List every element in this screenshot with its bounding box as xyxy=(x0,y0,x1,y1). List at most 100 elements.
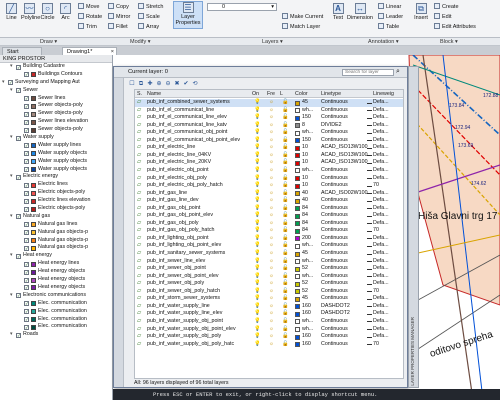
tool-rotate-button[interactable]: Rotate xyxy=(78,13,102,20)
new-property-filter-icon[interactable]: ☐ xyxy=(128,80,136,88)
expand-icon[interactable]: ▾ xyxy=(2,79,5,87)
tool-trim-button[interactable]: Trim xyxy=(78,23,97,30)
insert-button[interactable]: ⧉ Insert xyxy=(412,3,430,21)
tree-checkbox[interactable]: ✓ xyxy=(24,72,29,78)
expand-icon[interactable]: ▾ xyxy=(10,292,13,300)
column-header[interactable]: Fre xyxy=(267,90,275,98)
layer-row[interactable]: ▱ pub_inf_sewer_obj_poly_hatch 💡 ☼ 🔓 52 Contin… xyxy=(135,288,403,296)
lock-icon[interactable]: 🔓 xyxy=(282,197,289,205)
tree-item[interactable]: ▾ ✓ Building Cadastre xyxy=(0,63,112,71)
tree-checkbox[interactable]: ✓ xyxy=(16,174,21,180)
column-header[interactable]: Lineweig xyxy=(373,90,394,98)
layer-row[interactable]: ▱ pub_inf_combined_sewer_systems 💡 ☼ 🔓 45 Cont… xyxy=(135,99,403,107)
lock-icon[interactable]: 🔓 xyxy=(282,182,289,190)
tool-match-layer-button[interactable]: Match Layer xyxy=(282,23,320,30)
lock-icon[interactable]: 🔓 xyxy=(282,333,289,341)
tool-circle-button[interactable]: ○ Circle xyxy=(39,3,56,21)
panel-label-draw[interactable]: Draw ▾ xyxy=(40,39,57,45)
lock-icon[interactable]: 🔓 xyxy=(282,326,289,334)
sun-freeze-icon[interactable]: ☼ xyxy=(269,190,274,198)
color-swatch-icon[interactable] xyxy=(295,319,300,325)
expand-icon[interactable]: ▾ xyxy=(10,134,13,142)
tree-item[interactable]: ✓ Water supply objects xyxy=(0,158,112,166)
expand-icon[interactable]: ▾ xyxy=(10,252,13,260)
layer-row[interactable]: ▱ pub_inf_gas_obj_poly_hatch 💡 ☼ 🔓 84 Continuo… xyxy=(135,227,403,235)
lock-icon[interactable]: 🔓 xyxy=(282,99,289,107)
sun-freeze-icon[interactable]: ☼ xyxy=(269,197,274,205)
lock-icon[interactable]: 🔓 xyxy=(282,114,289,122)
tree-item[interactable]: ✓ Natural gas objects-p xyxy=(0,237,112,245)
sun-freeze-icon[interactable]: ☼ xyxy=(269,212,274,220)
layer-manager-side-strip[interactable]: LAYER PROPERTIES MANAGER xyxy=(408,66,419,388)
layer-row[interactable]: ▱ pub_inf_electric_line_20KV 💡 ☼ 🔓 10 ACAD_ISO… xyxy=(135,159,403,167)
layer-row[interactable]: ▱ pub_inf_lighting_obj_point_elev 💡 ☼ 🔓 wh...… xyxy=(135,242,403,250)
tree-item[interactable]: ✓ Water supply objects xyxy=(0,150,112,158)
expand-icon[interactable]: ▾ xyxy=(10,63,13,71)
tree-checkbox[interactable]: ✓ xyxy=(24,143,29,149)
tree-checkbox[interactable]: ✓ xyxy=(16,88,21,94)
tree-item[interactable]: ✓ Elec. communication xyxy=(0,323,112,331)
tree-item[interactable]: ✓ Sewer objects-poly xyxy=(0,126,112,134)
tree-item[interactable]: ✓ Electric lines xyxy=(0,181,112,189)
lightbulb-on-icon[interactable]: 💡 xyxy=(254,107,261,115)
lock-icon[interactable]: 🔓 xyxy=(282,280,289,288)
command-line[interactable]: Press ESC or ENTER to exit, or right-cli… xyxy=(113,389,500,400)
tree-item[interactable]: ✓ Buildings Contours xyxy=(0,71,112,79)
tree-checkbox[interactable]: ✓ xyxy=(16,332,21,338)
column-header[interactable]: Linetype xyxy=(321,90,341,98)
layer-dropdown[interactable]: 0 ▾ xyxy=(207,3,277,11)
sun-freeze-icon[interactable]: ☼ xyxy=(269,144,274,152)
color-swatch-icon[interactable] xyxy=(295,274,300,280)
layer-row[interactable]: ▱ pub_inf_electric_obj_poly 💡 ☼ 🔓 10 Continuou… xyxy=(135,175,403,183)
tree-item[interactable]: ✓ Natural gas lines xyxy=(0,221,112,229)
lightbulb-on-icon[interactable]: 💡 xyxy=(254,175,261,183)
tree-item[interactable]: ✓ Sewer objects-poly xyxy=(0,110,112,118)
layer-row[interactable]: ▱ pub_inf_el_communicat_line 💡 ☼ 🔓 wh... Conti… xyxy=(135,107,403,115)
layer-row[interactable]: ▱ pub_inf_sewer_obj_point 💡 ☼ 🔓 52 Continuous D… xyxy=(135,265,403,273)
tree-checkbox[interactable]: ✓ xyxy=(24,182,29,188)
tree-item[interactable]: ▾ ✓ Natural gas xyxy=(0,213,112,221)
tree-item[interactable]: ✓ Natural gas objects-p xyxy=(0,244,112,252)
color-swatch-icon[interactable] xyxy=(295,213,300,219)
color-swatch-icon[interactable] xyxy=(295,342,300,348)
tree-checkbox[interactable]: ✓ xyxy=(24,206,29,212)
tree-checkbox[interactable]: ✓ xyxy=(16,135,21,141)
sun-freeze-icon[interactable]: ☼ xyxy=(269,235,274,243)
lock-icon[interactable]: 🔓 xyxy=(282,129,289,137)
tool-leader-button[interactable]: Leader xyxy=(378,13,403,20)
lock-icon[interactable]: 🔓 xyxy=(282,265,289,273)
layer-row[interactable]: ▱ pub_inf_water_supply_obj_poly_hatc 💡 ☼ 🔓 16… xyxy=(135,341,403,349)
layer-row[interactable]: ▱ pub_inf_el_communicat_line_katv 💡 ☼ 🔓 8 DIVI… xyxy=(135,122,403,130)
tool-edit-button[interactable]: Edit xyxy=(434,13,451,20)
layer-properties-button[interactable]: ☰ Layer Properties xyxy=(173,1,203,29)
sun-freeze-icon[interactable]: ☼ xyxy=(269,288,274,296)
expand-icon[interactable]: ▾ xyxy=(10,173,13,181)
color-swatch-icon[interactable] xyxy=(295,251,300,257)
color-swatch-icon[interactable] xyxy=(295,296,300,302)
sun-freeze-icon[interactable]: ☼ xyxy=(269,280,274,288)
tree-item[interactable]: ✓ Elec. communication xyxy=(0,316,112,324)
layer-row[interactable]: ▱ pub_inf_water_supply_line 💡 ☼ 🔓 160 DASHDOT2… xyxy=(135,303,403,311)
column-header[interactable]: L xyxy=(280,90,283,98)
column-header[interactable]: Name xyxy=(147,90,161,98)
layer-row[interactable]: ▱ pub_inf_electric_line 💡 ☼ 🔓 10 ACAD_ISO13W10… xyxy=(135,144,403,152)
column-header[interactable]: Color xyxy=(295,90,308,98)
lightbulb-on-icon[interactable]: 💡 xyxy=(254,310,261,318)
layer-row[interactable]: ▱ pub_inf_gas_obj_poly 💡 ☼ 🔓 84 Continuous Defa… xyxy=(135,220,403,228)
color-swatch-icon[interactable] xyxy=(295,236,300,242)
lightbulb-on-icon[interactable]: 💡 xyxy=(254,242,261,250)
tree-checkbox[interactable]: ✓ xyxy=(16,214,21,220)
tree-checkbox[interactable]: ✓ xyxy=(24,190,29,196)
tool-make-current-button[interactable]: Make Current xyxy=(282,13,323,20)
lightbulb-on-icon[interactable]: 💡 xyxy=(254,265,261,273)
lightbulb-on-icon[interactable]: 💡 xyxy=(254,99,261,107)
tree-checkbox[interactable]: ✓ xyxy=(24,222,29,228)
tool-stretch-button[interactable]: Stretch xyxy=(138,3,163,10)
tree-checkbox[interactable]: ✓ xyxy=(8,80,13,86)
panel-label-annotation[interactable]: Annotation ▾ xyxy=(368,39,399,45)
layer-row[interactable]: ▱ pub_inf_lighting_obj_point 💡 ☼ 🔓 200 Continu… xyxy=(135,235,403,243)
tree-checkbox[interactable]: ✓ xyxy=(24,127,29,133)
tree-checkbox[interactable]: ✓ xyxy=(24,324,29,330)
tree-checkbox[interactable]: ✓ xyxy=(24,119,29,125)
tree-checkbox[interactable]: ✓ xyxy=(24,151,29,157)
